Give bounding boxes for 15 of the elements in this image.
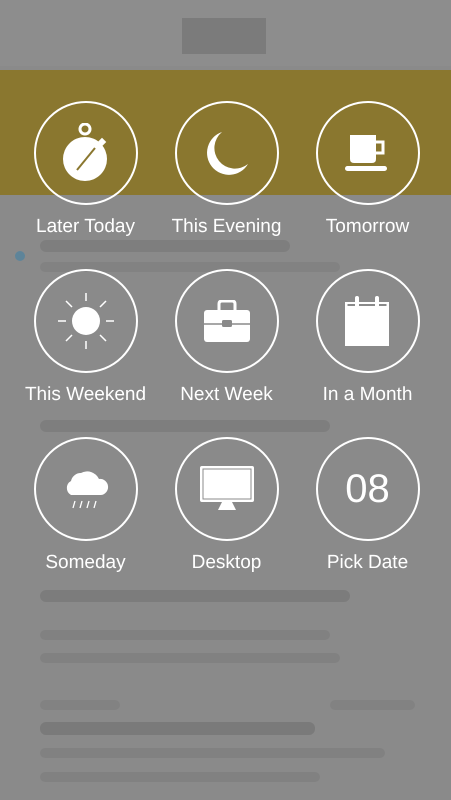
calendar-icon xyxy=(344,296,390,346)
sun-icon xyxy=(58,293,114,349)
snooze-option[interactable]: In a Month xyxy=(297,269,438,407)
monitor-icon xyxy=(200,466,254,512)
snooze-option[interactable]: Tomorrow xyxy=(297,101,438,239)
snooze-option[interactable]: Desktop xyxy=(156,437,297,575)
snooze-option[interactable]: Someday xyxy=(15,437,156,575)
snooze-option[interactable]: 08 Pick Date xyxy=(297,437,438,575)
snooze-option[interactable]: This Weekend xyxy=(15,269,156,407)
snooze-option[interactable]: This Evening xyxy=(156,101,297,239)
briefcase-icon xyxy=(204,300,250,342)
snooze-option[interactable]: Later Today xyxy=(15,101,156,239)
snooze-option[interactable]: Next Week xyxy=(156,269,297,407)
date-number: 08 xyxy=(345,467,390,511)
stopwatch-icon xyxy=(62,123,108,183)
